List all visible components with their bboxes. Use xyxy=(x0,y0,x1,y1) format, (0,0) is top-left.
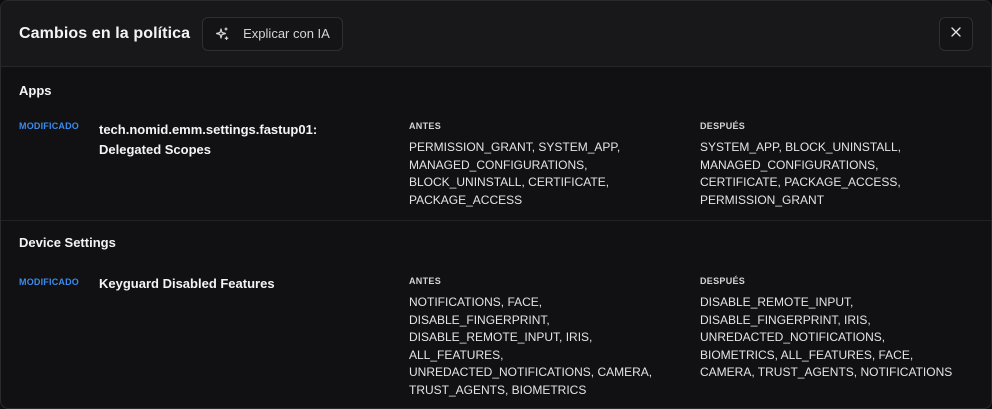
sparkle-icon xyxy=(215,26,229,41)
before-value: PERMISSION_GRANT, SYSTEM_APP, MANAGED_CO… xyxy=(409,140,621,207)
section-title: Device Settings xyxy=(19,235,116,250)
setting-name: Keyguard Disabled Features xyxy=(99,276,275,291)
explain-with-ai-button[interactable]: Explicar con IA xyxy=(202,16,343,51)
before-value: NOTIFICATIONS, FACE, DISABLE_FINGERPRINT… xyxy=(409,295,653,397)
modified-badge: MODIFICADO xyxy=(19,121,79,131)
setting-name: tech.nomid.emm.settings.fastup01: Delega… xyxy=(99,122,318,157)
modified-badge: MODIFICADO xyxy=(19,277,79,287)
after-value: DISABLE_REMOTE_INPUT, DISABLE_FINGERPRIN… xyxy=(700,295,953,379)
after-label: DESPUÉS xyxy=(700,276,746,286)
after-column: DESPUÉS DISABLE_REMOTE_INPUT, DISABLE_FI… xyxy=(700,276,970,382)
before-column: ANTES PERMISSION_GRANT, SYSTEM_APP, MANA… xyxy=(409,121,679,209)
dialog-title: Cambios en la política xyxy=(19,24,191,42)
section-apps: Apps MODIFICADO tech.nomid.emm.settings.… xyxy=(1,67,991,221)
after-value: SYSTEM_APP, BLOCK_UNINSTALL, MANAGED_CON… xyxy=(700,140,901,207)
after-label: DESPUÉS xyxy=(700,121,746,131)
before-label: ANTES xyxy=(409,121,442,131)
close-icon xyxy=(950,25,962,43)
policy-changes-dialog: Cambios en la política Explicar con IA A… xyxy=(0,0,992,409)
section-title: Apps xyxy=(19,83,52,98)
before-column: ANTES NOTIFICATIONS, FACE, DISABLE_FINGE… xyxy=(409,276,679,399)
dialog-header: Cambios en la política Explicar con IA xyxy=(1,1,991,67)
close-button[interactable] xyxy=(939,17,973,51)
change-row: MODIFICADO Keyguard Disabled Features AN… xyxy=(19,261,973,397)
after-column: DESPUÉS SYSTEM_APP, BLOCK_UNINSTALL, MAN… xyxy=(700,121,970,209)
explain-with-ai-label: Explicar con IA xyxy=(243,26,330,41)
change-row: MODIFICADO tech.nomid.emm.settings.fastu… xyxy=(19,107,973,207)
before-label: ANTES xyxy=(409,276,442,286)
section-device-settings: Device Settings MODIFICADO Keyguard Disa… xyxy=(1,221,991,397)
